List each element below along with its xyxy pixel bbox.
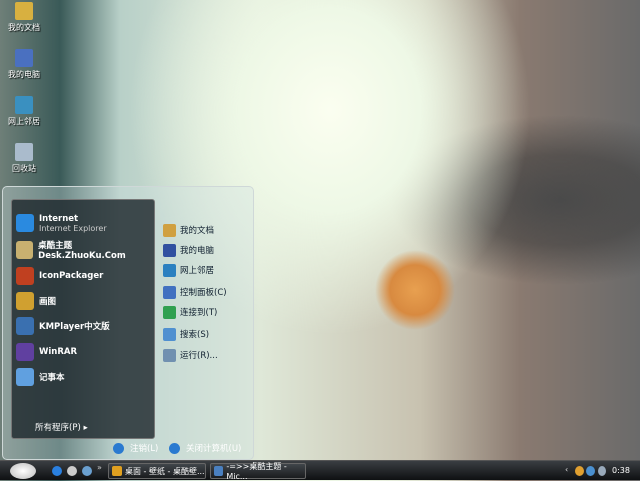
quicklaunch-overflow[interactable]: » — [97, 463, 102, 472]
desktop-icon[interactable]: 回收站 — [2, 143, 46, 174]
word-icon — [214, 466, 224, 476]
shutdown-button[interactable]: 关闭计算机(U) — [169, 442, 241, 454]
place-icon — [163, 305, 176, 319]
recycle-bin-icon — [15, 143, 33, 161]
program-icon — [16, 368, 34, 386]
desktop-icon[interactable]: 我的文档 — [2, 2, 46, 33]
volume-icon[interactable] — [598, 466, 606, 476]
pinned-program[interactable]: 记事本 — [16, 366, 65, 388]
program-icon — [16, 317, 34, 335]
computer-icon — [15, 49, 33, 67]
task-button[interactable]: -=>>桌酷主题 - Mic... — [210, 462, 306, 481]
desktop-quicklaunch-icon[interactable] — [82, 466, 92, 476]
pinned-program[interactable]: 桌酷主题Desk.ZhuoKu.Com — [16, 239, 154, 261]
desktop-icon[interactable]: 网上邻居 — [2, 96, 46, 127]
clock: 0:38 — [612, 466, 630, 475]
logoff-icon — [113, 442, 124, 454]
program-icon — [16, 343, 34, 361]
pinned-program[interactable]: 画图 — [16, 290, 56, 312]
program-icon — [16, 241, 34, 259]
pinned-program[interactable]: IconPackager — [16, 265, 103, 287]
place-icon — [163, 223, 176, 237]
place-icon — [163, 285, 176, 299]
start-button[interactable] — [10, 463, 36, 479]
start-menu-place[interactable]: 控制面板(C) — [163, 283, 227, 301]
tray-expand-icon[interactable]: ‹ — [565, 465, 568, 474]
start-menu-place[interactable]: 连接到(T) — [163, 303, 217, 321]
pinned-program[interactable]: Internet Internet Explorer — [16, 212, 107, 234]
browser-icon — [112, 466, 122, 476]
desktop-icon[interactable]: 我的电脑 — [2, 49, 46, 80]
place-icon — [163, 263, 176, 277]
task-button[interactable]: 桌面 - 壁纸 - 桌酷壁... — [108, 463, 206, 479]
start-menu-place[interactable]: 网上邻居 — [163, 261, 214, 279]
globe-quicklaunch-icon[interactable] — [67, 466, 77, 476]
start-menu-place[interactable]: 我的文档 — [163, 221, 214, 239]
place-icon — [163, 327, 176, 341]
logoff-button[interactable]: 注销(L) — [113, 442, 158, 454]
all-programs-button[interactable]: 所有程序(P) ▸ — [35, 421, 88, 433]
network-icon — [15, 96, 33, 114]
pinned-program[interactable]: KMPlayer中文版 — [16, 315, 110, 337]
program-icon — [16, 214, 34, 232]
place-icon — [163, 348, 176, 362]
start-menu-place[interactable]: 搜索(S) — [163, 325, 209, 343]
program-icon — [16, 292, 34, 310]
tray-icon[interactable] — [575, 466, 584, 476]
ie-quicklaunch-icon[interactable] — [52, 466, 62, 476]
taskbar: » 桌面 - 壁纸 - 桌酷壁... -=>>桌酷主题 - Mic... ‹ 0… — [0, 460, 640, 481]
program-icon — [16, 267, 34, 285]
pinned-program[interactable]: WinRAR — [16, 341, 77, 363]
place-icon — [163, 243, 176, 257]
start-menu-place[interactable]: 运行(R)... — [163, 346, 218, 364]
network-tray-icon[interactable] — [586, 466, 595, 476]
power-icon — [169, 442, 180, 454]
folder-icon — [15, 2, 33, 20]
start-menu: Internet Internet Explorer 桌酷主题Desk.ZhuoKu… — [2, 186, 254, 460]
pinned-programs: Internet Internet Explorer 桌酷主题Desk.ZhuoKu… — [11, 199, 155, 439]
start-menu-place[interactable]: 我的电脑 — [163, 241, 214, 259]
